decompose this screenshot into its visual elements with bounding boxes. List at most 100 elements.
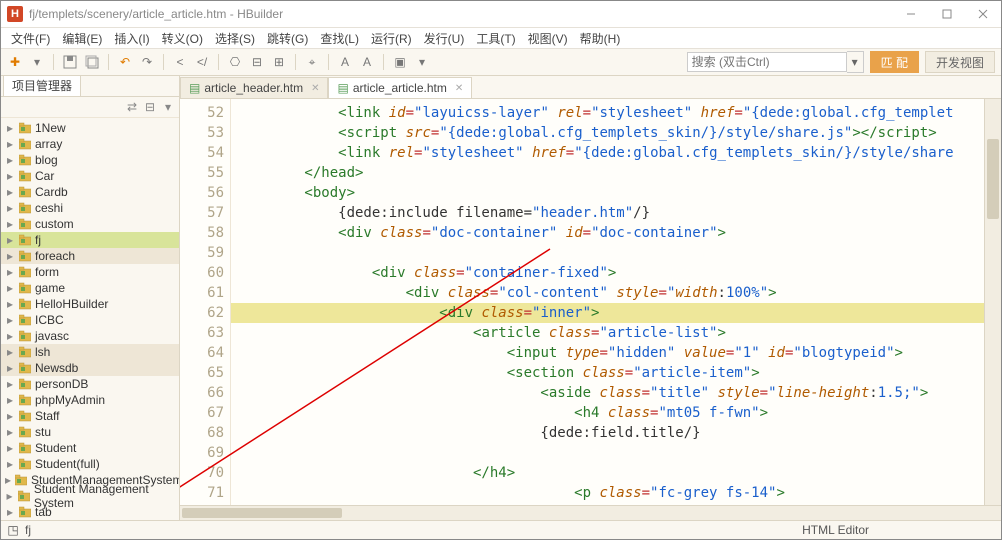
line-number: 60 — [180, 263, 224, 283]
tree-item[interactable]: ▸lsh — [1, 344, 179, 360]
line-number: 71 — [180, 483, 224, 503]
menu-item[interactable]: 运行(R) — [365, 30, 418, 47]
tree-item-label: fj — [35, 233, 41, 247]
tree-item[interactable]: ▸Student — [1, 440, 179, 456]
run-button[interactable]: ▣ — [392, 54, 408, 70]
search-dropdown[interactable]: ▾ — [847, 51, 864, 73]
minimize-button[interactable] — [893, 1, 929, 27]
menu-item[interactable]: 发行(U) — [418, 30, 471, 47]
project-tree[interactable]: ▸1New▸array▸blog▸Car▸Cardb▸ceshi▸custom▸… — [1, 118, 179, 520]
expand-button[interactable]: ⊞ — [271, 54, 287, 70]
tree-item-label: HelloHBuilder — [35, 297, 108, 311]
maximize-button[interactable] — [929, 1, 965, 27]
twisty-icon: ▸ — [5, 265, 15, 279]
tree-item[interactable]: ▸Student Management System — [1, 488, 179, 504]
save-icon — [63, 55, 77, 69]
close-button[interactable] — [965, 1, 1001, 27]
tree-item-label: stu — [35, 425, 51, 439]
close-tab-icon[interactable]: ✕ — [455, 83, 463, 94]
tree-item[interactable]: ▸ stu — [1, 424, 179, 440]
tree-item[interactable]: ▸foreach — [1, 248, 179, 264]
link-editor-button[interactable]: ⇄ — [125, 100, 139, 114]
zoom-out-button[interactable]: A — [337, 54, 353, 70]
tree-item[interactable]: ▸Car — [1, 168, 179, 184]
folder-icon — [19, 266, 31, 278]
folder-icon — [19, 170, 31, 182]
twisty-icon: ▸ — [5, 169, 15, 183]
folder-icon — [19, 442, 31, 454]
menu-item[interactable]: 视图(V) — [522, 30, 574, 47]
menu-item[interactable]: 跳转(G) — [261, 30, 314, 47]
new-dropdown[interactable]: ▾ — [29, 54, 45, 70]
tree-item[interactable]: ▸1New — [1, 120, 179, 136]
code-line: <aside class="title" style="line-height:… — [231, 383, 984, 403]
tree-item[interactable]: ▸phpMyAdmin — [1, 392, 179, 408]
horizontal-scrollbar[interactable] — [180, 505, 1001, 520]
tree-item[interactable]: ▸javasc — [1, 328, 179, 344]
save-button[interactable] — [62, 54, 78, 70]
scroll-thumb[interactable] — [182, 508, 342, 518]
tree-item[interactable]: ▸Cardb — [1, 184, 179, 200]
tree-item[interactable]: ▸HelloHBuilder — [1, 296, 179, 312]
menu-item[interactable]: 查找(L) — [314, 30, 365, 47]
match-tab[interactable]: 匹 配 — [870, 51, 919, 73]
format-button[interactable]: ⎔ — [227, 54, 243, 70]
folder-icon — [19, 378, 31, 390]
menu-item[interactable]: 文件(F) — [5, 30, 56, 47]
tree-item[interactable]: ▸array — [1, 136, 179, 152]
search-input[interactable] — [687, 52, 847, 72]
code-line: {dede:field.title/} — [231, 423, 984, 443]
run-dropdown[interactable]: ▾ — [414, 54, 430, 70]
line-number: 69 — [180, 443, 224, 463]
tree-item[interactable]: ▸Newsdb — [1, 360, 179, 376]
comment-button[interactable]: < — [172, 54, 188, 70]
menu-item[interactable]: 插入(I) — [108, 30, 155, 47]
tab-label: article_article.htm — [353, 81, 447, 95]
twisty-icon: ▸ — [5, 425, 15, 439]
tree-item-label: Cardb — [35, 185, 68, 199]
tree-item[interactable]: ▸ game — [1, 280, 179, 296]
tab-label: article_header.htm — [204, 81, 303, 95]
folder-icon — [19, 138, 31, 150]
tree-item[interactable]: ▸Student(full) — [1, 456, 179, 472]
editor-tab[interactable]: ▤article_header.htm✕ — [180, 77, 328, 98]
twisty-icon: ▸ — [5, 361, 15, 375]
folder-icon — [19, 250, 31, 262]
tree-item[interactable]: ▸blog — [1, 152, 179, 168]
dev-view-tab[interactable]: 开发视图 — [925, 51, 995, 73]
twisty-icon: ▸ — [5, 281, 15, 295]
vertical-scrollbar[interactable] — [984, 99, 1001, 505]
tree-item-label: game — [35, 281, 65, 295]
project-explorer-tab[interactable]: 项目管理器 — [3, 76, 81, 96]
collapse-all-button[interactable]: ⊟ — [143, 100, 157, 114]
redo-button[interactable]: ↷ — [139, 54, 155, 70]
save-all-button[interactable] — [84, 54, 100, 70]
zoom-in-button[interactable]: A — [359, 54, 375, 70]
editor-tab[interactable]: ▤article_article.htm✕ — [328, 77, 472, 98]
tree-item[interactable]: ▸Staff — [1, 408, 179, 424]
tree-item[interactable]: ▸ceshi — [1, 200, 179, 216]
code-editor[interactable]: <link id="layuicss-layer" rel="styleshee… — [231, 99, 984, 505]
status-editor-type: HTML Editor — [802, 523, 869, 537]
maximize-icon — [942, 9, 952, 19]
tree-item[interactable]: ▸personDB — [1, 376, 179, 392]
titlebar: H fj/templets/scenery/article_article.ht… — [1, 1, 1001, 28]
tag-button[interactable]: </ — [194, 54, 210, 70]
close-tab-icon[interactable]: ✕ — [311, 83, 319, 94]
menu-item[interactable]: 转义(O) — [156, 30, 209, 47]
menu-item[interactable]: 帮助(H) — [574, 30, 627, 47]
menu-item[interactable]: 选择(S) — [209, 30, 261, 47]
menu-item[interactable]: 编辑(E) — [56, 30, 108, 47]
new-button[interactable]: ✚ — [7, 54, 23, 70]
scroll-thumb[interactable] — [987, 139, 999, 219]
menu-item[interactable]: 工具(T) — [470, 30, 521, 47]
undo-button[interactable]: ↶ — [117, 54, 133, 70]
view-menu-button[interactable]: ▾ — [161, 100, 175, 114]
tree-item[interactable]: ▸form — [1, 264, 179, 280]
collapse-button[interactable]: ⊟ — [249, 54, 265, 70]
folder-icon — [19, 458, 31, 470]
tree-item[interactable]: ▸fj — [1, 232, 179, 248]
tree-item[interactable]: ▸ICBC — [1, 312, 179, 328]
tree-item[interactable]: ▸custom — [1, 216, 179, 232]
cursor-button[interactable]: ⌖ — [304, 54, 320, 70]
